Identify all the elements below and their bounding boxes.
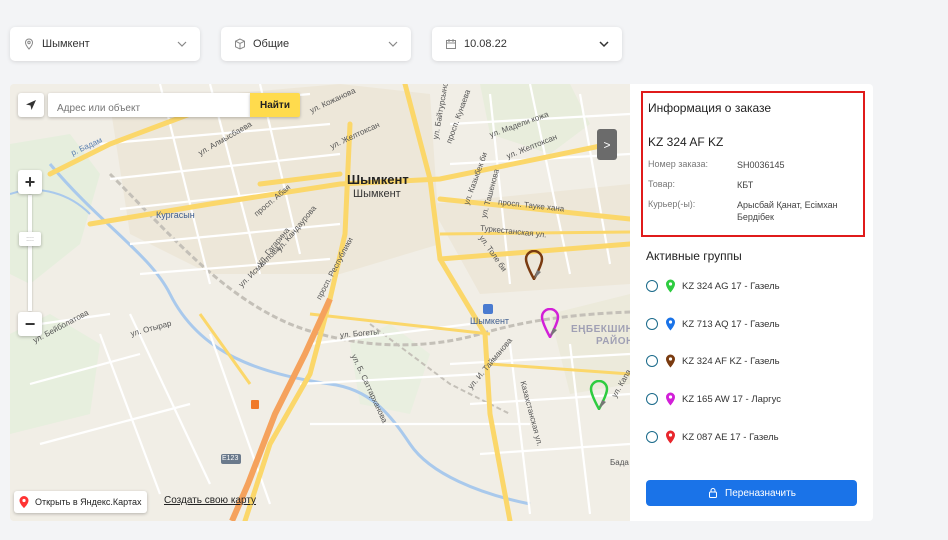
chevron-down-icon (177, 41, 187, 47)
zoom-slider-handle[interactable]: :::: (19, 232, 41, 246)
order-info-row: Номер заказа: SH0036145 (648, 159, 859, 171)
group-item[interactable]: KZ 087 AE 17 - Газель (646, 429, 779, 445)
district-label: ЕҢБЕКШИН (571, 324, 630, 335)
city-select[interactable]: Шымкент (10, 27, 200, 61)
yandex-pin-icon (19, 496, 29, 508)
vehicle-pin-magenta[interactable] (539, 308, 561, 338)
open-yandex-maps-button[interactable]: Открыть в Яндекс.Картах (14, 491, 148, 513)
open-yandex-label: Открыть в Яндекс.Картах (35, 497, 142, 507)
vehicle-pin-green[interactable] (588, 380, 610, 410)
order-info-box: Информация о заказе KZ 324 AF KZ Номер з… (641, 91, 865, 237)
order-info-row: Товар: КБТ (648, 179, 859, 191)
group-label: KZ 165 AW 17 - Ларгус (682, 393, 782, 405)
vehicle-pin-brown[interactable] (523, 250, 545, 280)
create-map-link[interactable]: Создать свою карту (164, 495, 256, 506)
group-item[interactable]: KZ 165 AW 17 - Ларгус (646, 391, 781, 407)
map-background (10, 84, 630, 521)
category-value: Общие (253, 38, 290, 50)
group-label: KZ 713 AQ 17 - Газель (682, 318, 780, 330)
date-value: 10.08.22 (464, 38, 507, 50)
highway-badge: E123 (222, 455, 239, 462)
navigation-arrow-icon (26, 100, 36, 110)
product-value: КБТ (737, 180, 754, 190)
map-view[interactable]: ул. Кожанова ул. Желтоксан просп. Кунаев… (10, 84, 630, 521)
date-select[interactable]: 10.08.22 (432, 27, 622, 61)
group-radio[interactable] (646, 318, 658, 330)
order-number-value: SH0036145 (737, 160, 785, 170)
active-groups-title: Активные группы (646, 249, 742, 263)
group-item[interactable]: KZ 324 AF KZ - Газель (646, 353, 780, 369)
group-radio[interactable] (646, 431, 658, 443)
group-radio[interactable] (646, 280, 658, 292)
map-pin-icon (666, 392, 675, 406)
order-info-row: Курьер(-ы): Арысбай Қанат, Есімхан Берді… (648, 199, 859, 223)
map-pin-icon (666, 279, 675, 293)
zoom-slider-track[interactable] (28, 195, 32, 311)
collapse-panel-button[interactable]: > (597, 129, 617, 160)
lock-icon (709, 488, 718, 498)
zoom-in-button[interactable]: + (18, 170, 42, 194)
map-pin-icon (666, 430, 675, 444)
map-pin-icon (666, 317, 675, 331)
order-plate: KZ 324 AF KZ (648, 135, 724, 149)
city-name-sub-label: Шымкент (353, 188, 401, 200)
group-label: KZ 324 AF KZ - Газель (682, 355, 780, 367)
map-pin-icon (666, 354, 675, 368)
map-search-input[interactable] (48, 93, 250, 117)
group-radio[interactable] (646, 355, 658, 367)
district-label-2: РАЙОН (596, 336, 630, 347)
couriers-value: Арысбай Қанат, Есімхан Бердібек (737, 200, 838, 222)
couriers-key: Курьер(-ы): (648, 199, 696, 209)
group-item[interactable]: KZ 324 AG 17 - Газель (646, 278, 780, 294)
reassign-button[interactable]: Переназначить (646, 480, 857, 506)
calendar-icon (444, 37, 458, 51)
station-label: Шымкент (470, 316, 510, 326)
locality-label: Кургасын (156, 210, 195, 220)
order-info-title: Информация о заказе (648, 101, 772, 115)
order-number-key: Номер заказа: (648, 159, 709, 169)
group-item[interactable]: KZ 713 AQ 17 - Газель (646, 316, 780, 332)
group-radio[interactable] (646, 393, 658, 405)
map-search-button[interactable]: Найти (250, 93, 300, 117)
locate-me-button[interactable] (18, 93, 44, 117)
box-icon (233, 37, 247, 51)
location-pin-icon (22, 37, 36, 51)
category-select[interactable]: Общие (221, 27, 411, 61)
city-value: Шымкент (42, 38, 90, 50)
main-panel: ул. Кожанова ул. Желтоксан просп. Кунаев… (10, 84, 873, 521)
group-label: KZ 087 AE 17 - Газель (682, 431, 779, 443)
chevron-down-icon (388, 41, 398, 47)
chevron-down-icon (599, 41, 609, 48)
reassign-label: Переназначить (725, 487, 796, 499)
street-label: Бада (610, 458, 629, 467)
product-key: Товар: (648, 179, 675, 189)
zoom-out-button[interactable]: − (18, 312, 42, 336)
city-name-label: Шымкент (347, 172, 409, 187)
group-label: KZ 324 AG 17 - Газель (682, 280, 780, 292)
